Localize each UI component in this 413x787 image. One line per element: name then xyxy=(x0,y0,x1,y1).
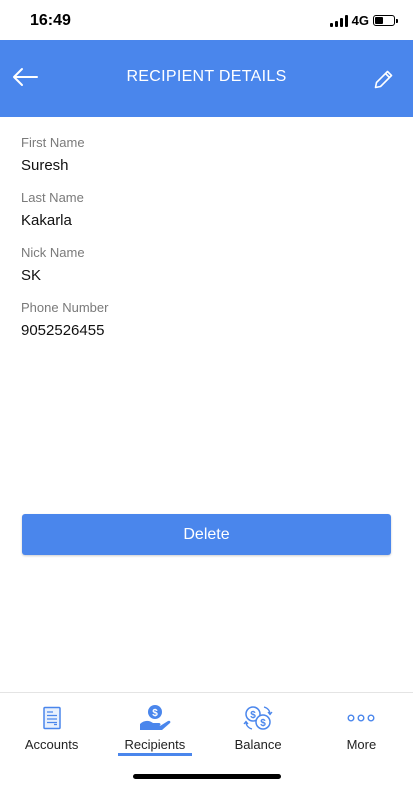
home-indicator[interactable] xyxy=(133,774,281,779)
status-indicators: 4G xyxy=(329,13,398,28)
bottom-tab-bar: Accounts $ Recipients $ $ Balance More xyxy=(0,692,413,758)
status-time: 16:49 xyxy=(30,12,71,29)
first-name-value: Suresh xyxy=(21,157,69,174)
battery-level xyxy=(375,17,384,24)
tab-accounts-label: Accounts xyxy=(24,737,79,752)
tab-recipients[interactable]: $ Recipients xyxy=(103,693,206,758)
document-icon xyxy=(42,703,62,733)
phone-number-field: Phone Number 9052526455 xyxy=(21,301,393,356)
svg-text:$: $ xyxy=(260,718,266,729)
signal-icon xyxy=(329,14,348,27)
tab-recipients-label: Recipients xyxy=(124,737,186,752)
more-dots-icon xyxy=(346,703,376,733)
edit-button[interactable] xyxy=(369,64,399,94)
app-header: RECIPIENT DETAILS xyxy=(0,40,413,117)
active-tab-indicator xyxy=(118,753,192,756)
battery-icon xyxy=(373,15,398,26)
page-title: RECIPIENT DETAILS xyxy=(126,68,287,85)
svg-text:$: $ xyxy=(152,708,158,719)
last-name-field: Last Name Kakarla xyxy=(21,191,393,246)
delete-button[interactable]: Delete xyxy=(22,514,391,555)
last-name-label: Last Name xyxy=(21,190,84,205)
recipient-details: First Name Suresh Last Name Kakarla Nick… xyxy=(21,136,393,356)
nick-name-field: Nick Name SK xyxy=(21,246,393,301)
first-name-field: First Name Suresh xyxy=(21,136,393,191)
status-bar: 16:49 4G xyxy=(0,0,413,40)
tab-balance[interactable]: $ $ Balance xyxy=(207,693,310,758)
hand-money-icon: $ xyxy=(138,703,172,733)
nick-name-value: SK xyxy=(21,267,42,284)
svg-text:$: $ xyxy=(250,710,256,721)
pencil-icon xyxy=(374,70,393,89)
phone-number-label: Phone Number xyxy=(21,300,109,315)
currency-exchange-icon: $ $ xyxy=(243,703,273,733)
tab-accounts[interactable]: Accounts xyxy=(0,693,103,758)
tab-balance-label: Balance xyxy=(234,737,282,752)
last-name-value: Kakarla xyxy=(21,212,72,229)
tab-more[interactable]: More xyxy=(310,693,413,758)
phone-number-value: 9052526455 xyxy=(21,322,105,339)
network-type: 4G xyxy=(351,13,369,28)
tab-more-label: More xyxy=(346,737,377,752)
nick-name-label: Nick Name xyxy=(21,245,85,260)
first-name-label: First Name xyxy=(21,135,85,150)
